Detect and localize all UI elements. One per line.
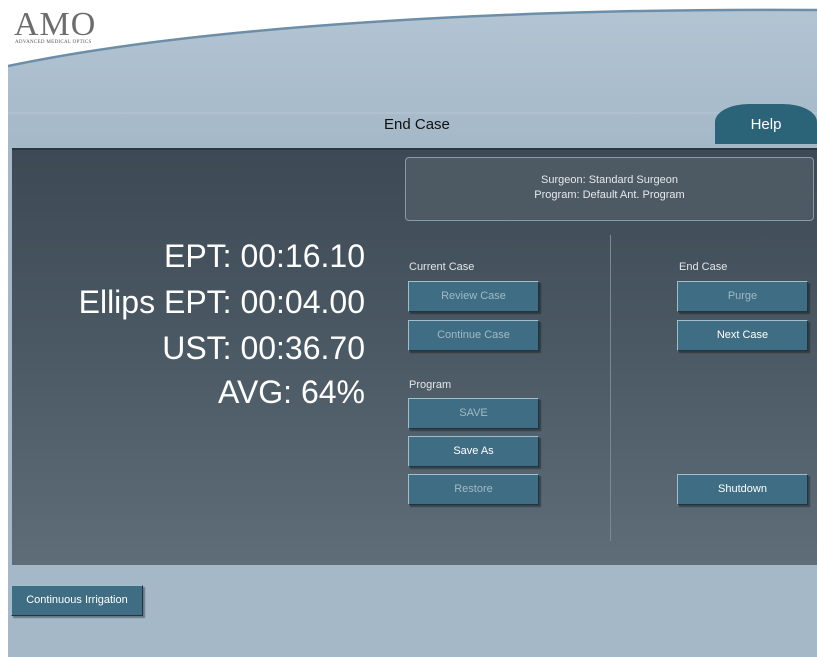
help-button[interactable]: Help (715, 104, 817, 144)
ellips-ept-metric: Ellips EPT: 00:04.00 (78, 284, 365, 320)
end-case-label: End Case (679, 261, 728, 273)
shutdown-button[interactable]: Shutdown (677, 474, 808, 505)
surgeon-text: Surgeon: Standard Surgeon (541, 174, 678, 186)
avg-metric: AVG: 64% (217, 374, 365, 410)
purge-button[interactable]: Purge (677, 281, 808, 312)
column-divider (610, 235, 611, 541)
app-frame: AMO ADVANCED MEDICAL OPTICS End Case Hel… (8, 6, 817, 657)
continuous-irrigation-button[interactable]: Continuous Irrigation (11, 585, 143, 616)
continue-case-button[interactable]: Continue Case (408, 320, 539, 351)
logo-wordmark: AMO (14, 6, 97, 43)
current-case-label: Current Case (409, 261, 475, 273)
ust-metric: UST: 00:36.70 (162, 330, 365, 366)
save-button[interactable]: SAVE (408, 398, 539, 429)
logo-tagline: ADVANCED MEDICAL OPTICS (15, 40, 92, 45)
review-case-button[interactable]: Review Case (408, 281, 539, 312)
amo-logo: AMO ADVANCED MEDICAL OPTICS (14, 6, 97, 46)
case-info-box: Surgeon: Standard Surgeon Program: Defau… (405, 157, 814, 221)
restore-button[interactable]: Restore (408, 474, 539, 505)
main-panel: Surgeon: Standard Surgeon Program: Defau… (12, 148, 817, 565)
ept-metric: EPT: 00:16.10 (163, 238, 365, 274)
program-label: Program (409, 379, 452, 391)
page-title: End Case (384, 116, 450, 133)
program-text: Program: Default Ant. Program (534, 189, 685, 201)
next-case-button[interactable]: Next Case (677, 320, 808, 351)
save-as-button[interactable]: Save As (408, 436, 539, 467)
